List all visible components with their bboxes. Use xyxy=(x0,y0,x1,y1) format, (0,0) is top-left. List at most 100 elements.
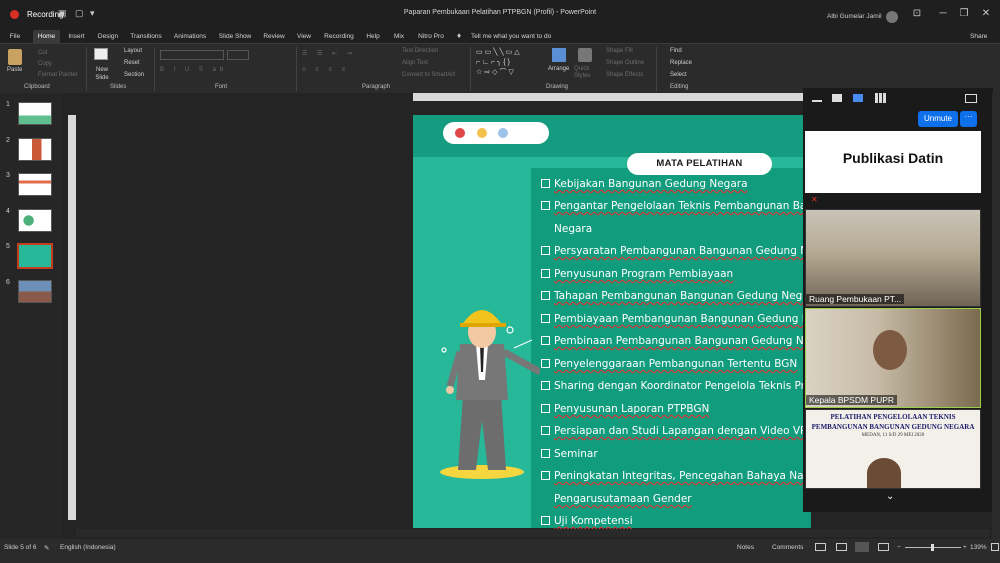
copy-button[interactable]: Copy xyxy=(38,61,52,67)
ribbon-display-icon[interactable]: ⊡ xyxy=(907,8,927,19)
checkbox-icon xyxy=(541,246,550,255)
tab-transitions[interactable]: Transitions xyxy=(127,30,165,43)
close-icon[interactable]: ✕ xyxy=(976,8,996,19)
align-text-button[interactable]: Align Text xyxy=(402,60,428,66)
align-icons[interactable]: ≡ ≡ ≡ ≡ xyxy=(302,67,349,73)
zoom-level[interactable]: 139% xyxy=(970,544,987,551)
notes-button[interactable]: Notes xyxy=(737,544,754,551)
comments-button[interactable]: Comments xyxy=(772,544,803,551)
spellcheck-icon[interactable]: ✎ xyxy=(44,544,49,552)
restore-icon[interactable]: ❐ xyxy=(954,8,974,19)
tab-review[interactable]: Review xyxy=(260,30,288,43)
checkbox-icon xyxy=(541,336,550,345)
tab-animations[interactable]: Animations xyxy=(170,30,210,43)
speaker-avatar xyxy=(867,458,901,488)
tab-home[interactable]: Home xyxy=(33,30,60,43)
more-options-button[interactable]: ··· xyxy=(960,111,977,127)
exit-fullscreen-icon[interactable] xyxy=(965,94,977,103)
paste-button[interactable]: Paste xyxy=(7,67,22,73)
section-button[interactable]: Section xyxy=(124,72,144,78)
shapes-gallery[interactable]: ▭▭╲╲▭△ ⌐∟⌐╮{} ☆⇨◇⌒▽ xyxy=(476,48,544,78)
slide-sorter-icon[interactable] xyxy=(836,543,847,551)
normal-view-icon[interactable] xyxy=(815,543,826,551)
list-item-text: Penyelenggaraan Pembangunan Tertentu BGN xyxy=(554,358,798,370)
tab-nitro-pro[interactable]: Nitro Pro xyxy=(414,30,448,43)
arrange-button[interactable]: Arrange xyxy=(548,66,569,72)
find-button[interactable]: Find xyxy=(670,48,682,54)
user-name[interactable]: Albi Gumelar Jamil xyxy=(827,13,882,20)
participant-video-1[interactable] xyxy=(805,209,981,307)
tab-file[interactable]: File xyxy=(5,30,25,43)
zoom-out-button[interactable]: − xyxy=(897,544,901,551)
red-dot xyxy=(455,128,465,138)
list-item-text: Persiapan dan Studi Lapangan dengan Vide… xyxy=(554,425,818,437)
bullets-icons[interactable]: ☰ ☰ ⇤ ⇥ xyxy=(302,50,356,57)
font-size-box[interactable] xyxy=(227,50,249,60)
shape-outline-button[interactable]: Shape Outline xyxy=(606,60,644,66)
list-item-text: Uji Kompetensi xyxy=(554,515,633,527)
slide-thumbnail-4[interactable] xyxy=(18,209,52,232)
gallery-view-icon[interactable] xyxy=(875,93,886,103)
tab-design[interactable]: Design xyxy=(94,30,122,43)
font-group-label: Font xyxy=(215,84,228,90)
zoom-slider-thumb[interactable] xyxy=(931,544,934,551)
strip-view-icon[interactable] xyxy=(853,94,863,102)
unmute-button[interactable]: Unmute xyxy=(918,111,958,127)
tab-insert[interactable]: Insert xyxy=(64,30,89,43)
fit-slide-icon[interactable] xyxy=(991,543,999,551)
slide-thumbnail-6[interactable] xyxy=(18,280,52,303)
speaker-view-icon[interactable] xyxy=(832,94,842,102)
format-painter-button[interactable]: Format Painter xyxy=(38,72,78,78)
checkbox-icon xyxy=(541,359,550,368)
checkbox-icon xyxy=(541,449,550,458)
list-item-text: Tahapan Pembangunan Bangunan Gedung Nega… xyxy=(554,290,814,302)
divider xyxy=(154,47,155,91)
checkbox-icon xyxy=(541,516,550,525)
tab-recording[interactable]: Recording xyxy=(320,30,358,43)
list-item-text: Penyusunan Laporan PTPBGN xyxy=(554,403,710,415)
tell-me-box[interactable]: Tell me what you want to do xyxy=(471,33,551,40)
slide-thumbnail-2[interactable] xyxy=(18,138,52,161)
shape-fill-button[interactable]: Shape Fill xyxy=(606,48,633,54)
font-format-icons[interactable]: B I U S ab xyxy=(160,67,227,73)
tab-view[interactable]: View xyxy=(292,30,316,43)
reset-button[interactable]: Reset xyxy=(124,60,140,66)
share-button[interactable]: Share xyxy=(970,33,987,40)
arrange-icon[interactable] xyxy=(552,48,566,62)
slide-thumbnail-5[interactable] xyxy=(17,243,53,269)
new-slide-button[interactable]: New Slide xyxy=(92,66,112,82)
convert-smartart-button[interactable]: Convert to SmartArt xyxy=(402,72,455,78)
slide-thumbnail-3[interactable] xyxy=(18,173,52,196)
tab-help[interactable]: Help xyxy=(362,30,384,43)
vertical-ruler xyxy=(68,115,76,520)
minimize-icon[interactable]: ─ xyxy=(933,8,953,19)
language-indicator[interactable]: English (Indonesia) xyxy=(60,544,116,551)
slideshow-icon[interactable] xyxy=(878,543,889,551)
checkbox-icon xyxy=(541,201,550,210)
banner-line: PEMBANGUNAN BANGUNAN GEDUNG NEGARA xyxy=(811,423,975,431)
tab-slide-show[interactable]: Slide Show xyxy=(215,30,255,43)
cut-button[interactable]: Cut xyxy=(38,50,47,56)
quick-styles-icon[interactable] xyxy=(578,48,592,62)
minimize-video-icon[interactable] xyxy=(812,100,822,102)
font-name-box[interactable] xyxy=(160,50,224,60)
vertical-scrollbar[interactable] xyxy=(992,93,1000,539)
reading-view-icon[interactable] xyxy=(855,542,869,552)
list-item: Penyusunan Laporan PTPBGN xyxy=(541,403,709,415)
horizontal-scrollbar[interactable] xyxy=(76,529,990,537)
chevron-down-icon[interactable]: ⌄ xyxy=(886,491,894,502)
replace-button[interactable]: Replace xyxy=(670,60,692,66)
slide-thumbnail-1[interactable] xyxy=(18,102,52,125)
text-direction-button[interactable]: Text Direction xyxy=(402,48,438,54)
zoom-in-button[interactable]: + xyxy=(963,544,967,551)
new-slide-icon[interactable] xyxy=(94,48,108,60)
select-button[interactable]: Select xyxy=(670,72,687,78)
layout-button[interactable]: Layout xyxy=(124,48,142,54)
tab-mix[interactable]: Mix xyxy=(390,30,408,43)
paragraph-group-label: Paragraph xyxy=(362,84,391,90)
quick-styles-button[interactable]: Quick Styles xyxy=(574,66,598,80)
paste-icon[interactable] xyxy=(8,49,22,65)
shape-effects-button[interactable]: Shape Effects xyxy=(606,72,643,78)
divider xyxy=(470,47,471,91)
avatar[interactable] xyxy=(886,11,898,23)
